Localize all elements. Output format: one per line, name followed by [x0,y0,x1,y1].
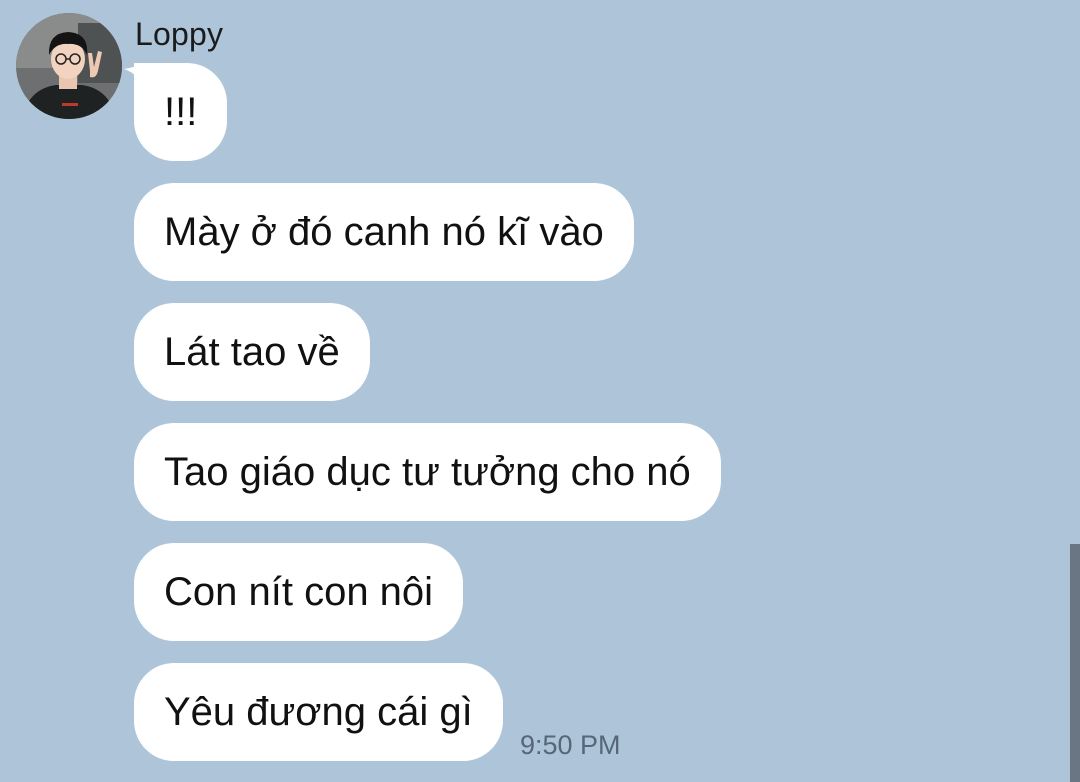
avatar[interactable] [16,13,122,119]
message-text: Lát tao về [164,329,340,374]
message-bubble[interactable]: Con nít con nôi [134,543,464,641]
scrollbar[interactable] [1070,544,1080,782]
message-bubble[interactable]: Tao giáo dục tư tưởng cho nó [134,423,721,521]
chat-view: Loppy !!! Mày ở đó canh nó kĩ vào Lát ta… [0,0,1080,782]
message-text: !!! [164,89,198,134]
message-text: Tao giáo dục tư tưởng cho nó [164,449,691,494]
message-text: Yêu đương cái gì [164,689,473,734]
message-bubble[interactable]: Yêu đương cái gì [134,663,503,761]
avatar-photo-icon [16,13,122,119]
sender-name: Loppy [135,16,224,52]
message-text: Mày ở đó canh nó kĩ vào [164,209,604,254]
message-text: Con nít con nôi [164,569,434,614]
message-bubble[interactable]: Mày ở đó canh nó kĩ vào [134,183,634,281]
message-timestamp: 9:50 PM [520,730,621,760]
message-bubble[interactable]: !!! [134,63,228,161]
message-bubble[interactable]: Lát tao về [134,303,370,401]
